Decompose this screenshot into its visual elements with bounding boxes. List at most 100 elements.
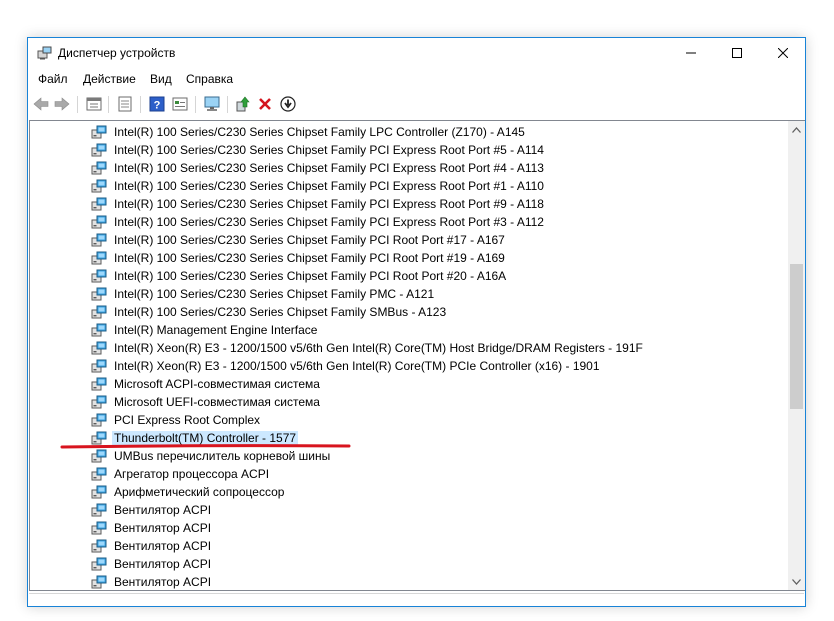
back-icon[interactable] <box>31 94 51 114</box>
menu-help[interactable]: Справка <box>186 72 233 86</box>
system-device-icon <box>91 142 107 158</box>
system-device-icon <box>91 376 107 392</box>
device-manager-window: Диспетчер устройств Файл Действие Вид Сп… <box>27 37 806 607</box>
device-row[interactable]: Intel(R) 100 Series/C230 Series Chipset … <box>30 303 789 321</box>
device-row[interactable]: Intel(R) 100 Series/C230 Series Chipset … <box>30 231 789 249</box>
scan-hardware-icon[interactable] <box>202 94 222 114</box>
device-label: Intel(R) 100 Series/C230 Series Chipset … <box>114 287 435 301</box>
system-device-icon <box>91 556 107 572</box>
device-label: Intel(R) 100 Series/C230 Series Chipset … <box>114 251 505 265</box>
device-manager-icon <box>37 45 53 61</box>
device-label: Microsoft UEFI-совместимая система <box>114 395 320 409</box>
device-label: Intel(R) 100 Series/C230 Series Chipset … <box>114 179 544 193</box>
system-device-icon <box>91 196 107 212</box>
device-label: Intel(R) Management Engine Interface <box>114 323 318 337</box>
scroll-thumb[interactable] <box>790 264 803 409</box>
menu-file[interactable]: Файл <box>38 72 68 86</box>
device-label: Вентилятор ACPI <box>114 503 212 517</box>
system-device-icon <box>91 124 107 140</box>
help-icon[interactable]: ? <box>147 94 167 114</box>
device-row[interactable]: Вентилятор ACPI <box>30 555 789 573</box>
device-label: Вентилятор ACPI <box>114 539 212 553</box>
device-row[interactable]: Intel(R) 100 Series/C230 Series Chipset … <box>30 177 789 195</box>
device-row[interactable]: Арифметический сопроцессор <box>30 483 789 501</box>
device-row[interactable]: Intel(R) Management Engine Interface <box>30 321 789 339</box>
system-device-icon <box>91 304 107 320</box>
maximize-button[interactable] <box>714 38 760 68</box>
window-title: Диспетчер устройств <box>58 46 176 60</box>
system-device-icon <box>91 268 107 284</box>
red-annotation-underline <box>60 444 351 449</box>
device-label: Intel(R) 100 Series/C230 Series Chipset … <box>114 125 525 139</box>
vertical-scrollbar[interactable] <box>788 120 805 591</box>
system-device-icon <box>91 358 107 374</box>
menu-action[interactable]: Действие <box>83 72 136 86</box>
system-device-icon <box>91 178 107 194</box>
close-button[interactable] <box>760 38 806 68</box>
device-row[interactable]: Intel(R) 100 Series/C230 Series Chipset … <box>30 213 789 231</box>
title-bar[interactable]: Диспетчер устройств <box>28 38 805 69</box>
device-label: Вентилятор ACPI <box>114 557 212 571</box>
toolbar: ? <box>28 91 805 117</box>
system-device-icon <box>91 520 107 536</box>
device-label: PCI Express Root Complex <box>114 413 261 427</box>
status-bar <box>29 593 804 607</box>
system-device-icon <box>91 322 107 338</box>
device-label: Вентилятор ACPI <box>114 521 212 535</box>
device-label: Microsoft ACPI-совместимая система <box>114 377 320 391</box>
device-row[interactable]: Intel(R) 100 Series/C230 Series Chipset … <box>30 285 789 303</box>
device-label: Intel(R) 100 Series/C230 Series Chipset … <box>114 215 544 229</box>
forward-icon[interactable] <box>52 94 72 114</box>
system-device-icon <box>91 574 107 590</box>
system-device-icon <box>91 412 107 428</box>
disable-device-icon[interactable] <box>278 94 298 114</box>
device-label: Intel(R) Xeon(R) E3 - 1200/1500 v5/6th G… <box>114 341 643 355</box>
device-label: Intel(R) 100 Series/C230 Series Chipset … <box>114 305 447 319</box>
scroll-down-button[interactable] <box>788 573 805 590</box>
device-row[interactable]: Intel(R) 100 Series/C230 Series Chipset … <box>30 249 789 267</box>
system-device-icon <box>91 160 107 176</box>
device-row[interactable]: Агрегатор процессора ACPI <box>30 465 789 483</box>
update-driver-icon[interactable] <box>233 94 253 114</box>
device-tree[interactable]: Intel(R) 100 Series/C230 Series Chipset … <box>29 120 789 591</box>
device-label: Вентилятор ACPI <box>114 575 212 589</box>
device-row[interactable]: Intel(R) 100 Series/C230 Series Chipset … <box>30 159 789 177</box>
system-device-icon <box>91 232 107 248</box>
scroll-up-button[interactable] <box>788 121 805 138</box>
device-label: Intel(R) 100 Series/C230 Series Chipset … <box>114 143 544 157</box>
system-device-icon <box>91 286 107 302</box>
device-label: Intel(R) 100 Series/C230 Series Chipset … <box>114 197 544 211</box>
device-row[interactable]: Microsoft ACPI-совместимая система <box>30 375 789 393</box>
device-label: Арифметический сопроцессор <box>114 485 285 499</box>
device-list-icon[interactable] <box>115 94 135 114</box>
device-row[interactable]: Вентилятор ACPI <box>30 519 789 537</box>
device-row[interactable]: Microsoft UEFI-совместимая система <box>30 393 789 411</box>
device-row[interactable]: Вентилятор ACPI <box>30 501 789 519</box>
device-row[interactable]: Intel(R) 100 Series/C230 Series Chipset … <box>30 123 789 141</box>
device-row[interactable]: Intel(R) 100 Series/C230 Series Chipset … <box>30 141 789 159</box>
device-row[interactable]: PCI Express Root Complex <box>30 411 789 429</box>
device-label: Intel(R) Xeon(R) E3 - 1200/1500 v5/6th G… <box>114 359 600 373</box>
device-row[interactable]: Intel(R) Xeon(R) E3 - 1200/1500 v5/6th G… <box>30 339 789 357</box>
device-row[interactable]: Intel(R) Xeon(R) E3 - 1200/1500 v5/6th G… <box>30 357 789 375</box>
device-label: Intel(R) 100 Series/C230 Series Chipset … <box>114 161 544 175</box>
system-device-icon <box>91 340 107 356</box>
svg-text:?: ? <box>154 100 161 112</box>
properties-view-icon[interactable] <box>84 94 104 114</box>
system-device-icon <box>91 394 107 410</box>
device-row[interactable]: Вентилятор ACPI <box>30 573 789 590</box>
device-label: Агрегатор процессора ACPI <box>114 467 270 481</box>
device-label: Intel(R) 100 Series/C230 Series Chipset … <box>114 233 505 247</box>
device-row[interactable]: Intel(R) 100 Series/C230 Series Chipset … <box>30 267 789 285</box>
uninstall-icon[interactable] <box>255 94 275 114</box>
system-device-icon <box>91 538 107 554</box>
view-resources-icon[interactable] <box>170 94 190 114</box>
system-device-icon <box>91 250 107 266</box>
minimize-button[interactable] <box>668 38 714 68</box>
device-row[interactable]: Intel(R) 100 Series/C230 Series Chipset … <box>30 195 789 213</box>
device-row[interactable]: Вентилятор ACPI <box>30 537 789 555</box>
system-device-icon <box>91 466 107 482</box>
device-label: Intel(R) 100 Series/C230 Series Chipset … <box>114 269 507 283</box>
system-device-icon <box>91 484 107 500</box>
menu-view[interactable]: Вид <box>150 72 172 86</box>
